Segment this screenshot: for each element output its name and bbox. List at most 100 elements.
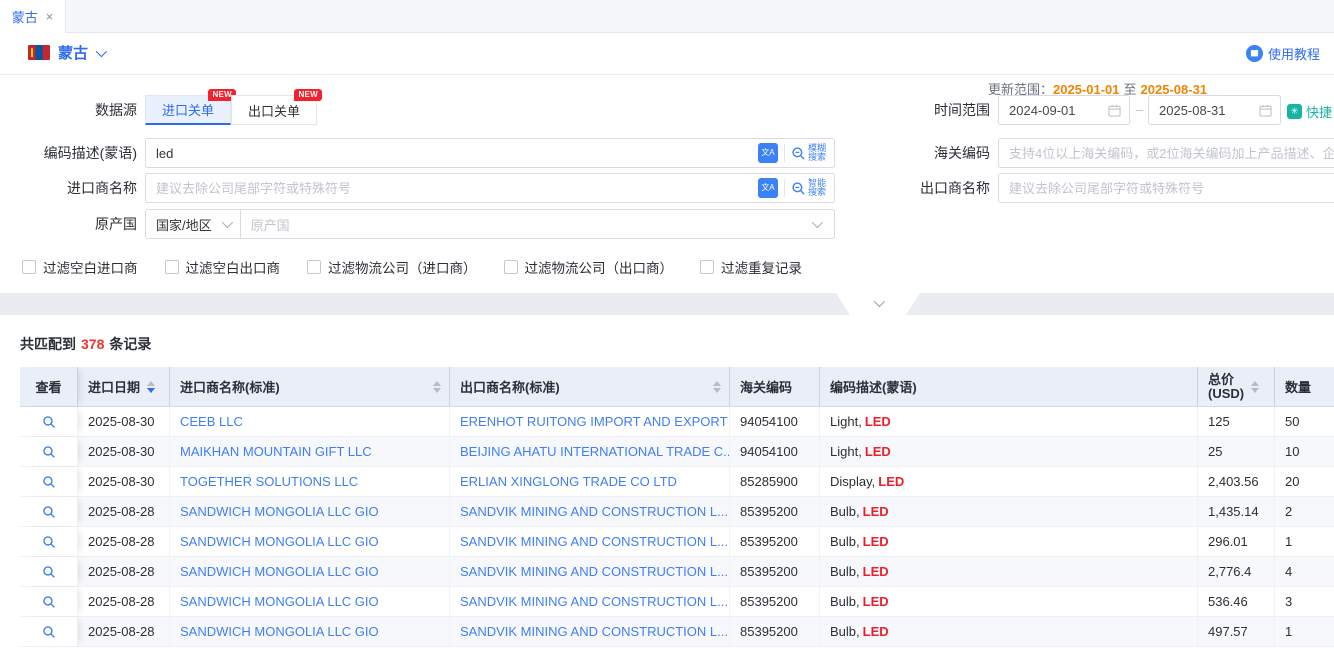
tutorial-link[interactable]: 使用教程 <box>1246 44 1320 63</box>
calendar-icon <box>1259 104 1272 117</box>
translate-icon[interactable]: 文A <box>758 178 778 198</box>
view-record-button[interactable] <box>42 535 56 549</box>
tab-title: 蒙古 <box>12 7 38 26</box>
start-date-input[interactable]: 2024-09-01 <box>998 95 1130 125</box>
total-usd-cell: 2,403.56 <box>1198 467 1275 496</box>
quick-icon: ✳ <box>1287 104 1302 119</box>
origin-type-select[interactable]: 国家/地区 <box>146 210 241 238</box>
origin-placeholder[interactable]: 原产国 <box>241 215 812 234</box>
exporter-label: 出口商名称 <box>860 173 990 203</box>
magnifier-icon <box>791 181 806 196</box>
total-usd-cell: 2,776.4 <box>1198 557 1275 586</box>
sort-icons[interactable] <box>433 381 441 393</box>
tutorial-book-icon <box>1246 45 1263 62</box>
col-qty: 数量 <box>1275 367 1334 406</box>
translate-icon[interactable]: 文A <box>758 143 778 163</box>
hs-code-input[interactable] <box>999 139 1334 167</box>
sort-icons[interactable] <box>147 381 155 393</box>
magnifier-icon <box>42 625 56 639</box>
importer-link[interactable]: SANDWICH MONGOLIA LLC GIO <box>180 594 379 609</box>
import-date-cell: 2025-08-30 <box>78 407 170 436</box>
magnifier-icon <box>42 565 56 579</box>
tab-close-icon[interactable]: × <box>46 10 54 23</box>
exporter-link[interactable]: SANDVIK MINING AND CONSTRUCTION L... <box>460 594 728 609</box>
checkbox-filter-logistics-importer[interactable]: 过滤物流公司（进口商） <box>307 257 477 277</box>
exporter-link[interactable]: ERENHOT RUITONG IMPORT AND EXPORT ... <box>460 414 729 429</box>
col-importer[interactable]: 进口商名称(标准) <box>170 367 450 406</box>
tab-bar: 蒙古 × <box>0 0 1334 33</box>
importer-input[interactable] <box>146 174 758 202</box>
hs-code-cell: 85395200 <box>730 527 820 556</box>
col-import-date[interactable]: 进口日期 <box>78 367 170 406</box>
exporter-link[interactable]: SANDVIK MINING AND CONSTRUCTION L... <box>460 534 728 549</box>
view-record-button[interactable] <box>42 475 56 489</box>
magnifier-icon <box>791 146 806 161</box>
importer-link[interactable]: SANDWICH MONGOLIA LLC GIO <box>180 534 379 549</box>
importer-link[interactable]: MAIKHAN MOUNTAIN GIFT LLC <box>180 444 372 459</box>
sort-icons[interactable] <box>713 381 721 393</box>
tab-import-declarations[interactable]: 进口关单 NEW <box>145 95 231 125</box>
top-bar: 蒙古 使用教程 <box>0 33 1334 75</box>
table-header: 查看 进口日期 进口商名称(标准) 出口商名称(标准) 海关编码 编码描述(蒙语… <box>20 367 1334 407</box>
tab-mongolia[interactable]: 蒙古 × <box>0 0 66 33</box>
hs-code-cell: 85395200 <box>730 587 820 616</box>
desc-cell: Bulb,LED <box>820 527 1198 556</box>
tutorial-label: 使用教程 <box>1268 44 1320 63</box>
checkbox-icon <box>504 260 518 274</box>
view-record-button[interactable] <box>42 565 56 579</box>
exporter-input[interactable] <box>999 174 1334 202</box>
code-desc-input[interactable] <box>146 139 758 167</box>
checkbox-icon <box>165 260 179 274</box>
quantity-cell: 50 <box>1275 407 1334 436</box>
checkbox-filter-logistics-exporter[interactable]: 过滤物流公司（出口商） <box>504 257 674 277</box>
importer-link[interactable]: CEEB LLC <box>180 414 243 429</box>
importer-link[interactable]: TOGETHER SOLUTIONS LLC <box>180 474 358 489</box>
table-body: 2025-08-30 CEEB LLC ERENHOT RUITONG IMPO… <box>20 407 1334 647</box>
table-row: 2025-08-28 SANDWICH MONGOLIA LLC GIO SAN… <box>20 497 1334 527</box>
collapse-panel-button[interactable] <box>836 293 920 315</box>
smart-search-button[interactable]: 智能搜索 <box>791 179 826 197</box>
exporter-link[interactable]: SANDVIK MINING AND CONSTRUCTION L... <box>460 564 728 579</box>
chevron-down-icon <box>874 295 885 306</box>
exporter-link[interactable]: BEIJING AHATU INTERNATIONAL TRADE C... <box>460 444 729 459</box>
country-picker[interactable]: 蒙古 <box>28 42 104 63</box>
import-date-cell: 2025-08-28 <box>78 617 170 646</box>
importer-link[interactable]: SANDWICH MONGOLIA LLC GIO <box>180 504 379 519</box>
import-date-cell: 2025-08-28 <box>78 527 170 556</box>
total-usd-cell: 296.01 <box>1198 527 1275 556</box>
calendar-icon <box>1108 104 1121 117</box>
hs-code-cell: 85395200 <box>730 617 820 646</box>
fuzzy-search-button[interactable]: 模糊搜索 <box>791 144 826 162</box>
view-record-button[interactable] <box>42 595 56 609</box>
results-count: 378 <box>81 336 104 352</box>
exporter-link[interactable]: ERLIAN XINGLONG TRADE CO LTD <box>460 474 677 489</box>
results-summary: 共匹配到378条记录 <box>20 334 151 354</box>
view-record-button[interactable] <box>42 415 56 429</box>
quick-search-button[interactable]: ✳ 快捷 <box>1287 102 1332 121</box>
sort-icons[interactable] <box>1251 381 1259 393</box>
importer-link[interactable]: SANDWICH MONGOLIA LLC GIO <box>180 564 379 579</box>
quantity-cell: 4 <box>1275 557 1334 586</box>
desc-cell: Light,LED <box>820 437 1198 466</box>
view-record-button[interactable] <box>42 505 56 519</box>
tab-export-declarations[interactable]: 出口关单 NEW <box>231 95 317 125</box>
col-total[interactable]: 总价(USD) <box>1198 367 1275 406</box>
col-exporter[interactable]: 出口商名称(标准) <box>450 367 730 406</box>
quantity-cell: 3 <box>1275 587 1334 616</box>
checkbox-filter-blank-exporter[interactable]: 过滤空白出口商 <box>165 257 281 277</box>
checkbox-filter-duplicates[interactable]: 过滤重复记录 <box>700 257 802 277</box>
view-record-button[interactable] <box>42 445 56 459</box>
exporter-link[interactable]: SANDVIK MINING AND CONSTRUCTION L... <box>460 504 728 519</box>
table-row: 2025-08-30 MAIKHAN MOUNTAIN GIFT LLC BEI… <box>20 437 1334 467</box>
importer-link[interactable]: SANDWICH MONGOLIA LLC GIO <box>180 624 379 639</box>
desc-cell: Bulb,LED <box>820 587 1198 616</box>
table-row: 2025-08-28 SANDWICH MONGOLIA LLC GIO SAN… <box>20 557 1334 587</box>
checkbox-filter-blank-importer[interactable]: 过滤空白进口商 <box>22 257 138 277</box>
import-date-cell: 2025-08-28 <box>78 587 170 616</box>
chevron-down-icon <box>96 45 107 56</box>
quantity-cell: 2 <box>1275 497 1334 526</box>
import-date-cell: 2025-08-28 <box>78 557 170 586</box>
exporter-link[interactable]: SANDVIK MINING AND CONSTRUCTION L... <box>460 624 728 639</box>
view-record-button[interactable] <box>42 625 56 639</box>
end-date-input[interactable]: 2025-08-31 <box>1148 95 1281 125</box>
